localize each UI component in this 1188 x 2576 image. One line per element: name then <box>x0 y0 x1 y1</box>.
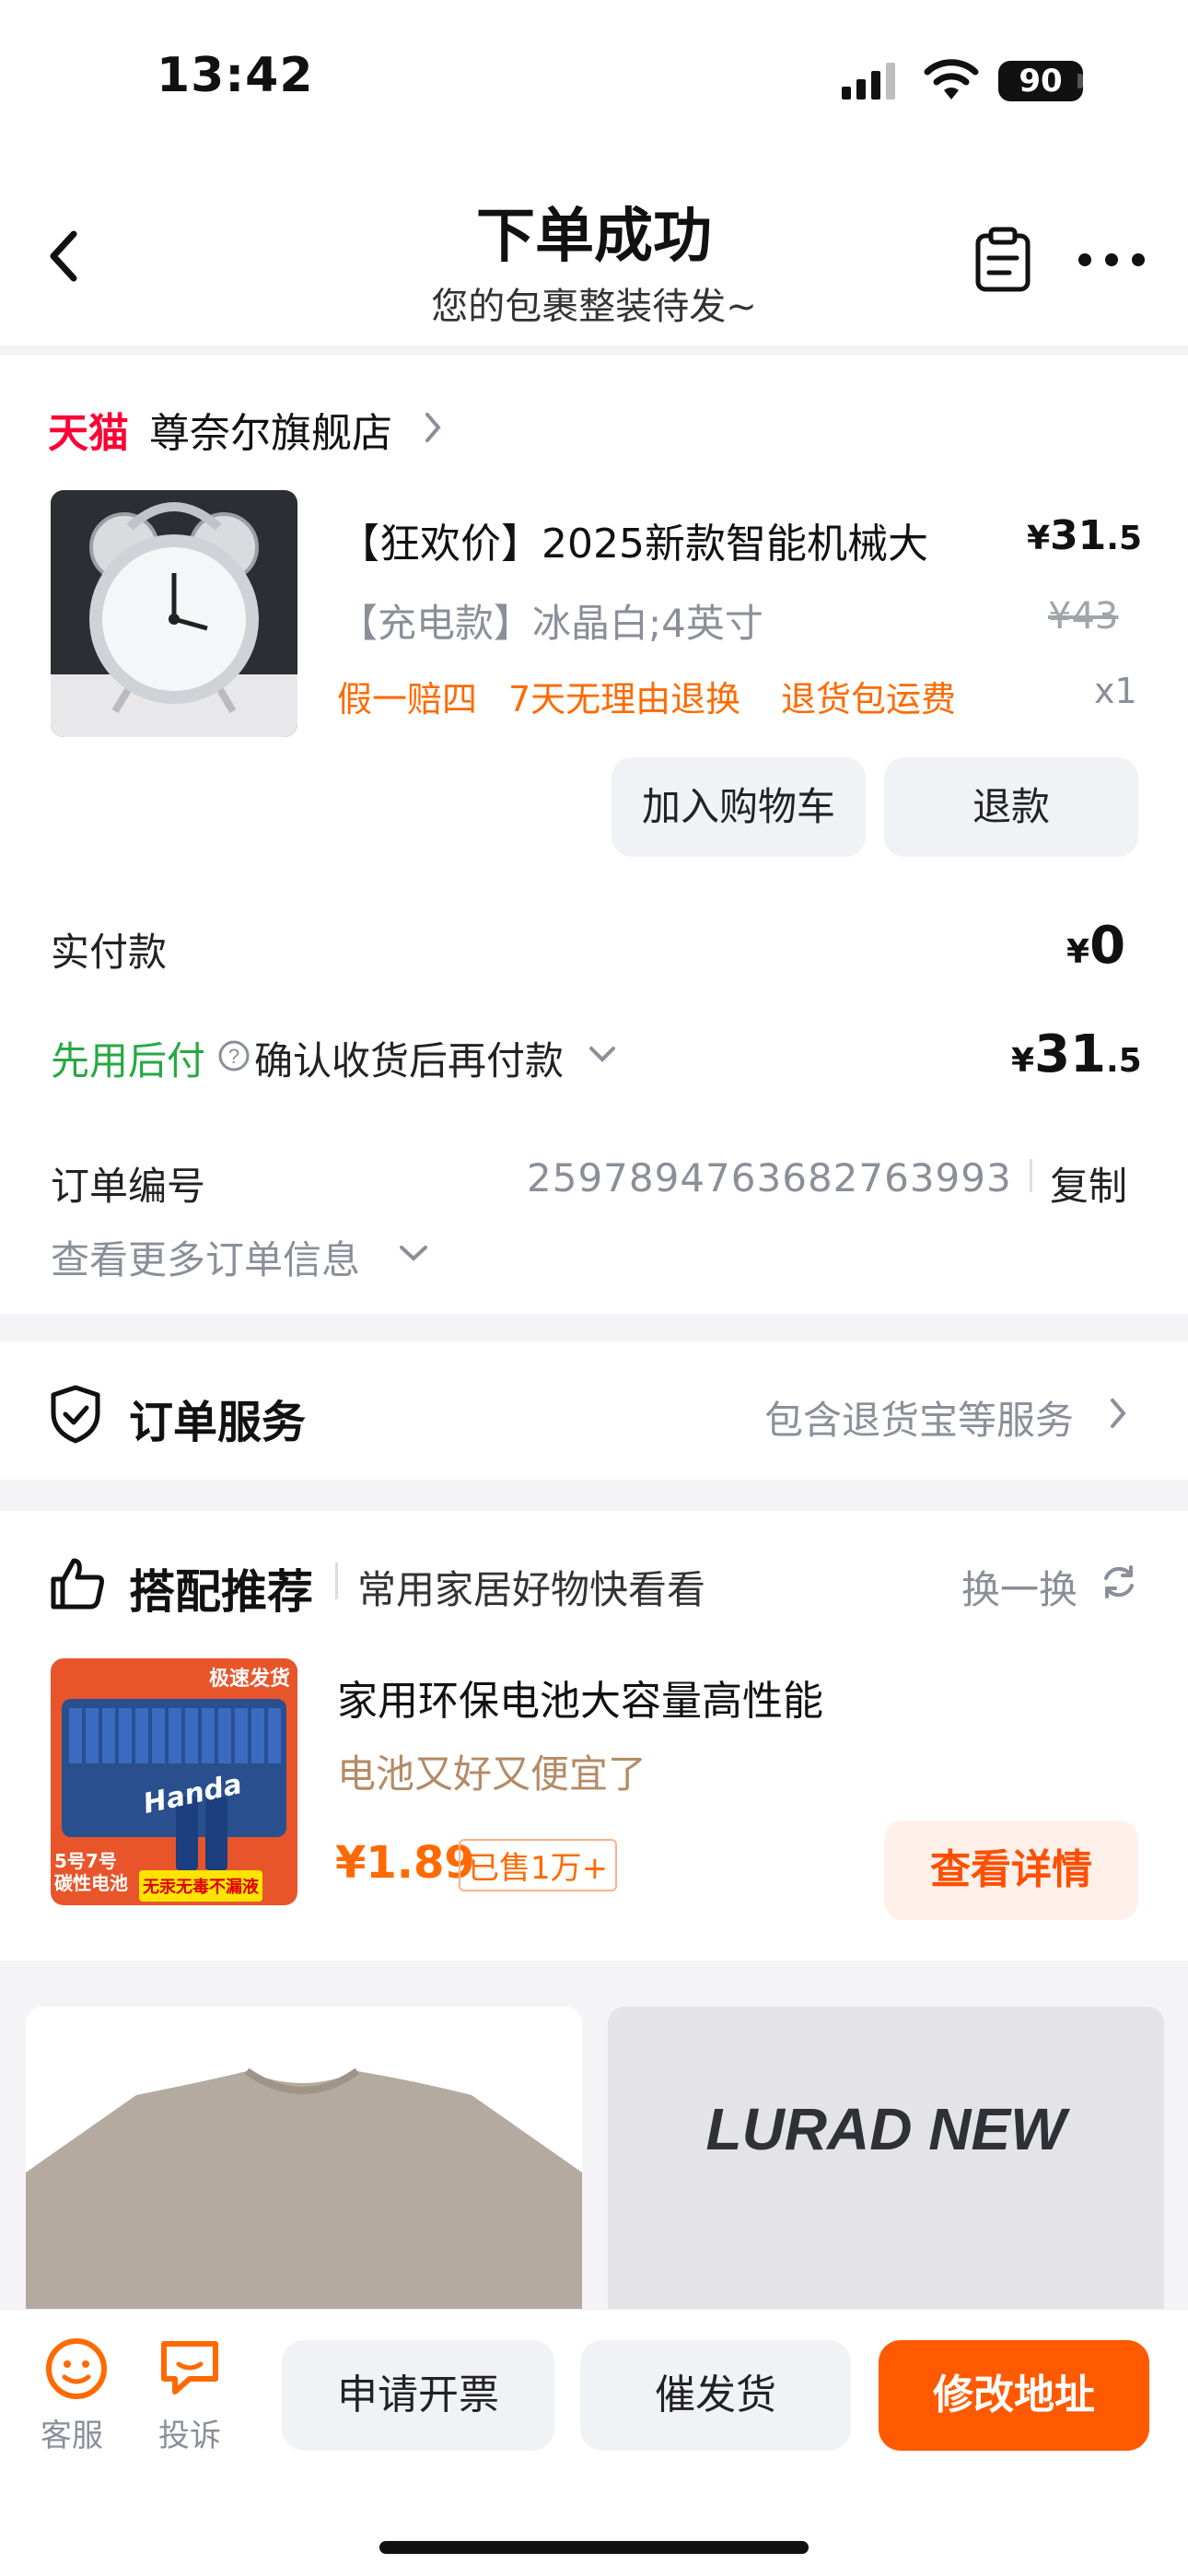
order-service-desc: 包含退货宝等服务 <box>764 1398 1075 1443</box>
img-label-3: 无汞无毒不漏液 <box>139 1870 262 1902</box>
divider <box>1030 1159 1032 1192</box>
product-thumbnail[interactable] <box>51 490 297 737</box>
original-price: ¥43 <box>1048 595 1119 638</box>
customer-service-label[interactable]: 客服 <box>41 2410 103 2455</box>
pay-later-symbol: ¥ <box>1011 1042 1035 1080</box>
pay-later-amount: ¥31.5 <box>1011 1025 1142 1084</box>
product-price-symbol: ¥ <box>1027 520 1051 557</box>
promo-tag: 假一赔四 <box>337 679 478 720</box>
refund-button[interactable]: 退款 <box>884 757 1138 857</box>
feed-card-text: LURAD NEW <box>705 2096 1066 2162</box>
img-label-2: 碳性电池 <box>54 1872 128 1894</box>
product-price: ¥31.5 <box>1027 512 1142 559</box>
pay-later-dec: .5 <box>1106 1042 1142 1080</box>
paid-symbol: ¥ <box>1066 933 1090 971</box>
img-label-1: 5号7号 <box>54 1850 117 1872</box>
chevron-down-icon[interactable] <box>398 1242 429 1264</box>
home-indicator <box>379 2541 809 2554</box>
recommend-item-price: ¥1.89 <box>335 1837 475 1889</box>
chevron-right-icon[interactable] <box>1107 1395 1129 1432</box>
product-title[interactable]: 【狂欢价】2025新款智能机械大 <box>339 510 928 569</box>
recommend-title: 搭配推荐 <box>129 1565 313 1619</box>
svg-text:?: ? <box>228 1045 239 1068</box>
battery-indicator: 90 <box>998 61 1083 101</box>
chevron-right-icon[interactable] <box>422 409 444 446</box>
battery-tip <box>1077 74 1083 88</box>
wifi-icon <box>924 59 979 100</box>
invoice-button[interactable]: 申请开票 <box>282 2340 554 2451</box>
shield-icon <box>51 1385 100 1444</box>
product-price-int: 31 <box>1050 512 1107 559</box>
modify-address-button[interactable]: 修改地址 <box>879 2340 1149 2451</box>
customer-service-icon[interactable] <box>44 2336 109 2401</box>
view-detail-button[interactable]: 查看详情 <box>884 1821 1138 1920</box>
recommend-item-name[interactable]: 家用环保电池大容量高性能 <box>337 1668 823 1727</box>
order-service-label: 订单服务 <box>129 1397 307 1448</box>
recommend-subtitle: 常用家居好物快看看 <box>357 1567 706 1612</box>
status-time: 13:42 <box>157 48 314 103</box>
promo-tag: 7天无理由退换 <box>508 679 741 720</box>
paid-label: 实付款 <box>51 930 168 975</box>
help-icon[interactable]: ? <box>217 1039 250 1072</box>
refresh-button[interactable]: 换一换 <box>961 1559 1077 1615</box>
paid-value: 0 <box>1089 916 1126 976</box>
pay-later-label[interactable]: 先用后付 <box>51 1030 205 1086</box>
tmall-logo: 天猫 <box>48 410 129 457</box>
order-number-label: 订单编号 <box>51 1164 206 1209</box>
product-sku: 【充电款】冰晶白;4英寸 <box>339 601 763 646</box>
product-price-dec: .5 <box>1106 520 1143 557</box>
more-icon[interactable] <box>1077 251 1146 269</box>
pay-later-int: 31 <box>1034 1025 1106 1084</box>
pay-later-desc[interactable]: 确认收货后再付款 <box>254 1030 564 1086</box>
recommend-thumbnail[interactable]: 极速发货 Handa 5号7号 碳性电池 无汞无毒不漏液 <box>51 1658 297 1905</box>
complaint-icon[interactable] <box>158 2336 221 2397</box>
copy-button[interactable]: 复制 <box>1050 1155 1127 1212</box>
chevron-down-icon[interactable] <box>588 1043 617 1065</box>
img-label-left: 5号7号 碳性电池 <box>54 1850 128 1894</box>
feed-card-tshirt[interactable] <box>26 2007 582 2338</box>
paid-amount: ¥0 <box>1066 916 1125 976</box>
add-to-cart-button[interactable]: 加入购物车 <box>611 757 866 857</box>
clipboard-icon[interactable] <box>974 227 1031 293</box>
recommend-item-tagline: 电池又好又便宜了 <box>337 1751 647 1797</box>
more-order-info[interactable]: 查看更多订单信息 <box>51 1229 360 1285</box>
thumbs-up-icon <box>51 1558 104 1610</box>
order-number: 2597894763682763993 <box>527 1155 1012 1200</box>
urge-shipping-button[interactable]: 催发货 <box>580 2340 851 2451</box>
promo-tag: 退货包运费 <box>781 679 957 720</box>
img-badge: 极速发货 <box>201 1658 297 1695</box>
store-name[interactable]: 尊奈尔旗舰店 <box>149 400 392 459</box>
signal-icon <box>842 63 895 100</box>
feed-card-lurad[interactable]: LURAD NEW <box>608 2007 1164 2338</box>
product-quantity: x1 <box>1094 671 1137 711</box>
sold-badge: 已售1万+ <box>459 1839 618 1891</box>
refresh-icon[interactable] <box>1100 1563 1138 1601</box>
complaint-label[interactable]: 投诉 <box>158 2410 221 2455</box>
divider <box>335 1563 338 1599</box>
